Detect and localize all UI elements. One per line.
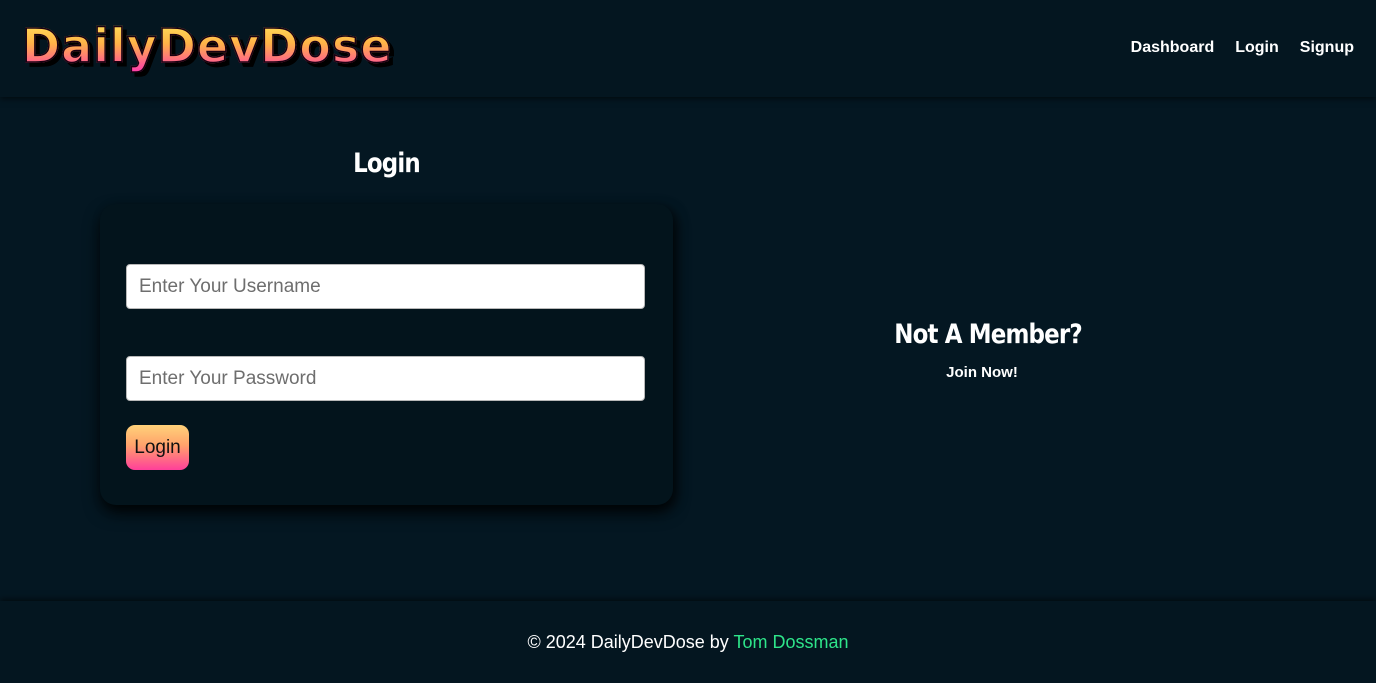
copyright-text: © 2024 DailyDevDose by <box>527 632 729 652</box>
signup-prompt: Not A Member? Join Now! <box>700 318 1276 382</box>
main-nav: Dashboard Login Signup <box>1131 38 1354 58</box>
page: DailyDevDose Dashboard Login Signup Logi… <box>0 0 1376 683</box>
nav-link-dashboard[interactable]: Dashboard <box>1131 38 1215 58</box>
site-header: DailyDevDose Dashboard Login Signup <box>0 0 1376 97</box>
login-form-card: Login <box>100 204 673 505</box>
site-logo[interactable]: DailyDevDose <box>21 19 392 73</box>
login-submit-button[interactable]: Login <box>126 425 189 470</box>
login-title: Login <box>353 148 421 179</box>
username-input[interactable] <box>126 264 645 309</box>
not-a-member-heading: Not A Member? <box>894 319 1082 350</box>
join-now-link[interactable]: Join Now! <box>946 364 1018 381</box>
nav-link-login[interactable]: Login <box>1235 38 1279 58</box>
author-link[interactable]: Tom Dossman <box>734 632 849 652</box>
footer-copyright: © 2024 DailyDevDose by Tom Dossman <box>0 632 1376 653</box>
nav-link-signup[interactable]: Signup <box>1300 38 1354 58</box>
password-input[interactable] <box>126 356 645 401</box>
site-footer: © 2024 DailyDevDose by Tom Dossman <box>0 601 1376 683</box>
